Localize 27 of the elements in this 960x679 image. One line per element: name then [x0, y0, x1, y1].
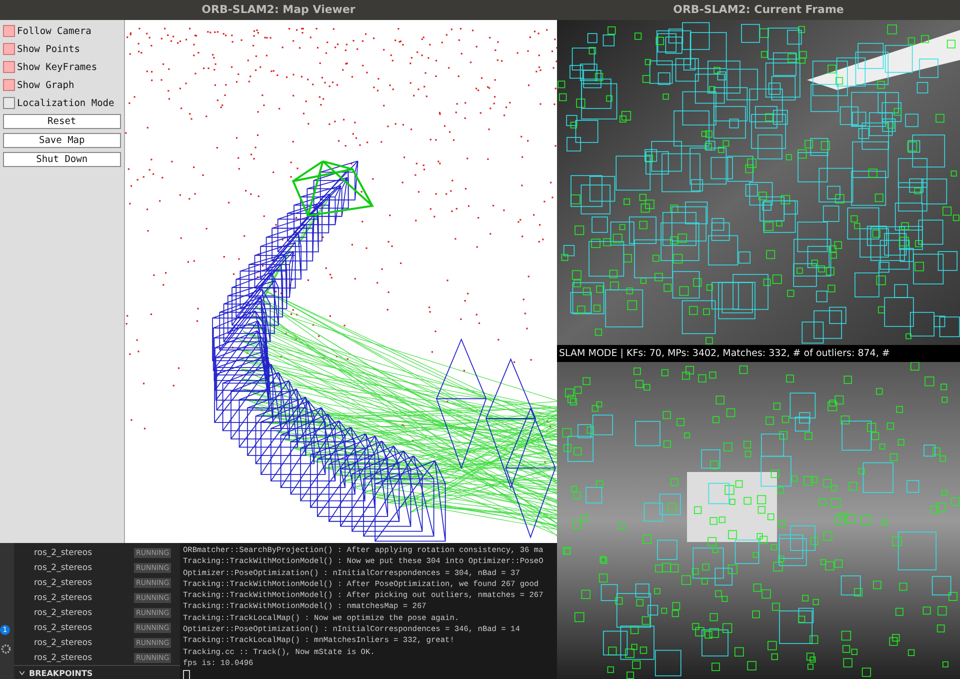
process-name[interactable]: ros_2_stereos — [34, 638, 134, 648]
process-name[interactable]: ros_2_stereos — [34, 652, 134, 662]
checkbox[interactable] — [3, 61, 15, 73]
option-checkbox[interactable]: Show Points — [3, 42, 121, 56]
option-checkbox[interactable]: Follow Camera — [3, 24, 121, 38]
section-header[interactable]: BREAKPOINTS — [29, 668, 93, 678]
checkbox[interactable] — [3, 25, 15, 37]
panel-button[interactable]: Reset — [3, 114, 121, 129]
process-name[interactable]: ros_2_stereos — [34, 548, 134, 558]
cursor-icon — [183, 670, 190, 679]
gear-icon[interactable] — [0, 643, 12, 655]
panel-button[interactable]: Save Map — [3, 133, 121, 148]
window-title: ORB-SLAM2: Map Viewer — [0, 0, 557, 20]
process-name[interactable]: ros_2_stereos — [34, 622, 134, 632]
option-checkbox[interactable]: Show KeyFrames — [3, 60, 121, 74]
process-name[interactable]: ros_2_stereos — [34, 608, 134, 618]
chevron-icon[interactable] — [18, 669, 26, 677]
process-name[interactable]: ros_2_stereos — [34, 592, 134, 602]
checkbox[interactable] — [3, 97, 15, 109]
process-name[interactable]: ros_2_stereos — [34, 562, 134, 572]
checkbox[interactable] — [3, 79, 15, 91]
process-name[interactable]: ros_2_stereos — [34, 578, 134, 588]
option-checkbox[interactable]: Localization Mode — [3, 96, 121, 110]
panel-button[interactable]: Shut Down — [3, 152, 121, 167]
window-title: ORB-SLAM2: Current Frame — [557, 0, 960, 20]
checkbox[interactable] — [3, 43, 15, 55]
option-checkbox[interactable]: Show Graph — [3, 78, 121, 92]
